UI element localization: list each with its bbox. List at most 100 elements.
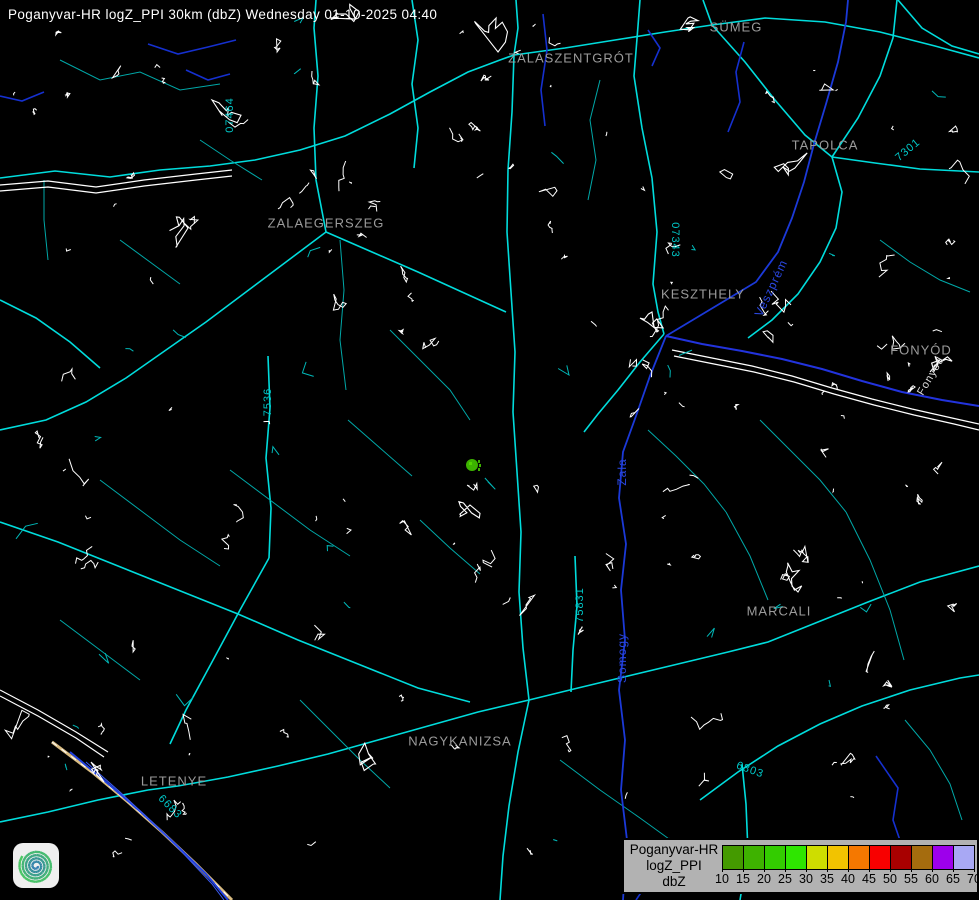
road-line	[500, 700, 529, 900]
spiral-segment	[46, 873, 49, 877]
village-outline	[578, 627, 584, 635]
legend-color-swatch	[828, 845, 849, 870]
spiral-segment	[30, 868, 31, 870]
map-mark	[606, 132, 607, 136]
map-mark	[477, 174, 484, 178]
map-mark	[226, 658, 228, 660]
village-outline	[234, 505, 244, 523]
legend-tick-value: 45	[862, 872, 876, 886]
map-mark	[625, 792, 627, 798]
spiral-segment	[42, 869, 44, 872]
spiral-segment	[23, 870, 25, 874]
county-name-label: Somogy	[615, 633, 629, 683]
road-stub	[553, 840, 557, 841]
village-outline	[720, 170, 733, 179]
spiral-segment	[45, 854, 49, 858]
village-outline	[917, 494, 922, 504]
map-mark	[114, 204, 117, 207]
map-mark	[877, 344, 887, 349]
village-outline	[606, 554, 614, 572]
spiral-segment	[33, 862, 34, 863]
road-number-label: 07464	[224, 97, 236, 133]
map-mark	[832, 762, 837, 765]
road-line	[584, 334, 664, 432]
spiral-segment	[26, 874, 30, 877]
road-stub	[176, 694, 193, 705]
city-label: NAGYKANIZSA	[408, 734, 511, 749]
radar-legend: Poganyvar-HR logZ_PPI dbZ 10152025303540…	[622, 838, 979, 894]
legend-tick-value: 20	[757, 872, 771, 886]
city-label: ZALAEGERSZEG	[268, 216, 385, 231]
road-line	[266, 356, 271, 558]
legend-color-swatch	[912, 845, 933, 870]
map-mark	[664, 392, 666, 394]
map-mark	[14, 92, 16, 95]
spiral-segment	[36, 880, 42, 881]
spiral-segment	[39, 869, 40, 871]
village-outline	[821, 449, 829, 458]
road-line	[652, 178, 664, 334]
legend-tick-value: 65	[946, 872, 960, 886]
spiral-segment	[38, 870, 40, 871]
minor-road-line	[60, 620, 140, 680]
legend-color-swatch	[870, 845, 891, 870]
spiral-segment	[30, 851, 35, 852]
road-number-label: 07343	[669, 222, 681, 258]
village-outline	[629, 359, 636, 367]
radar-map-viewer: Poganyvar-HR logZ_PPI 30km (dbZ) Wednesd…	[0, 0, 979, 900]
map-mark	[836, 89, 838, 91]
village-outline	[946, 239, 955, 245]
spiral-segment	[49, 868, 51, 873]
village-outline	[879, 255, 895, 277]
village-outline	[339, 161, 346, 191]
road-stub	[485, 478, 495, 489]
village-outline	[423, 338, 439, 348]
map-mark	[316, 516, 317, 521]
road-line	[0, 300, 100, 368]
town-outline	[475, 18, 508, 52]
spiral-segment	[33, 866, 34, 867]
village-outline	[5, 710, 29, 738]
map-mark	[85, 516, 91, 519]
village-outline	[934, 462, 942, 474]
road-stub	[294, 69, 301, 74]
map-mark	[503, 598, 511, 605]
map-mark	[841, 416, 845, 419]
river-line	[541, 14, 547, 126]
legend-tick-value: 60	[925, 872, 939, 886]
village-outline	[184, 217, 198, 230]
radar-title: Poganyvar-HR logZ_PPI 30km (dbZ) Wednesd…	[8, 7, 437, 22]
map-mark	[169, 407, 172, 410]
road-stub	[344, 602, 350, 608]
legend-tick-value: 15	[736, 872, 750, 886]
legend-product-name: logZ_PPI	[646, 858, 702, 874]
map-mark	[667, 563, 670, 565]
minor-road-line	[905, 720, 962, 820]
road-line	[0, 790, 148, 822]
road-stub	[829, 680, 831, 686]
legend-color-swatch	[744, 845, 765, 870]
county-name-label: Zala	[615, 458, 629, 485]
village-outline	[763, 331, 773, 342]
town-outline	[680, 17, 698, 32]
spiral-segment	[38, 858, 41, 859]
village-outline	[183, 715, 191, 740]
radar-echo-pixel	[478, 468, 480, 471]
road-line	[412, 0, 418, 168]
map-mark	[933, 330, 942, 332]
spiral-segment	[29, 855, 32, 857]
village-outline	[467, 484, 477, 491]
minor-road-line	[340, 240, 346, 390]
road-stub	[95, 437, 101, 441]
village-outline	[314, 625, 324, 640]
city-label: KESZTHELY	[661, 287, 745, 302]
village-outline	[883, 705, 889, 709]
road-stub	[691, 245, 695, 250]
village-outline	[548, 221, 552, 233]
spiral-segment	[38, 861, 40, 862]
road-line	[832, 0, 897, 157]
village-outline	[33, 109, 37, 115]
road-stub	[99, 653, 109, 663]
minor-road-line	[588, 80, 600, 200]
road-line	[326, 232, 506, 312]
